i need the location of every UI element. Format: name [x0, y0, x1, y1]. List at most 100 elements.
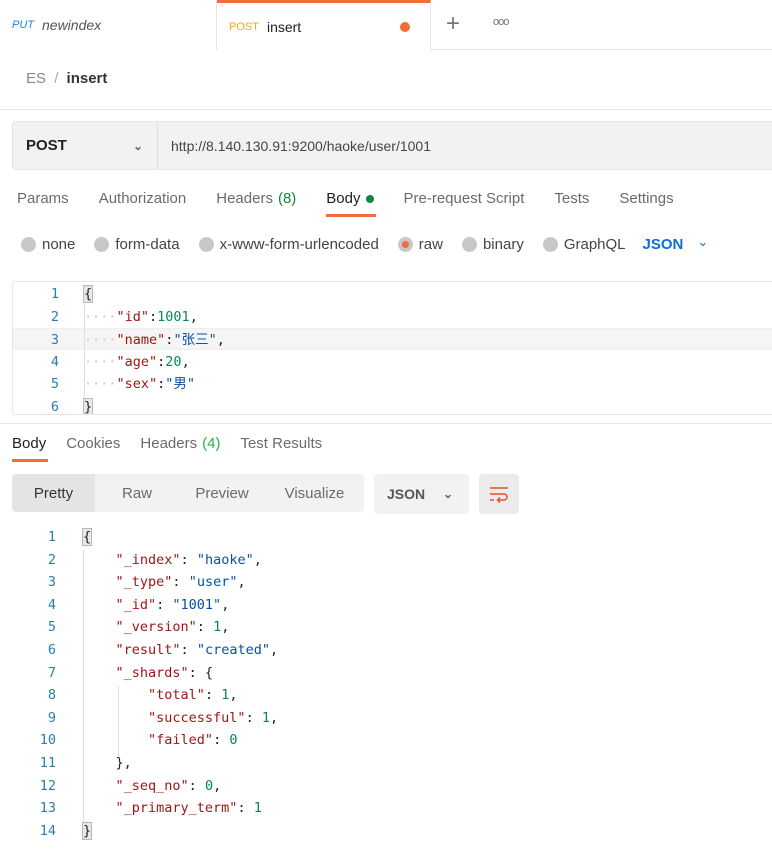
- tab-label: Params: [17, 190, 69, 207]
- code-token: "total": [148, 687, 205, 704]
- code-line: 11 },: [0, 752, 772, 774]
- tab-bar: PUT newindex POST insert + ooo: [0, 0, 772, 51]
- code-text: "_type": "user",: [83, 571, 246, 593]
- code-line: 10 "failed": 0: [0, 729, 772, 751]
- line-number: 4: [47, 596, 56, 613]
- code-token: "user": [188, 574, 238, 591]
- tab-settings[interactable]: Settings: [619, 190, 673, 217]
- radio-circle-icon: [198, 237, 214, 252]
- radio-circle-icon: [397, 237, 413, 252]
- tab-tests[interactable]: Tests: [554, 190, 589, 217]
- tab-label: Cookies: [66, 435, 121, 452]
- code-token: 1001: [157, 308, 190, 325]
- active-dot-icon: [365, 195, 374, 204]
- format-label: JSON: [387, 486, 426, 502]
- view-visualize[interactable]: Visualize: [265, 474, 364, 512]
- code-text: {: [82, 283, 94, 305]
- code-text: "_index": "haoke",: [83, 549, 262, 571]
- code-text: "_seq_no": 0,: [83, 775, 222, 797]
- code-token: 1: [253, 800, 262, 817]
- code-token: 0: [204, 777, 214, 794]
- response-tab-body[interactable]: Body: [12, 435, 49, 462]
- method-select[interactable]: POST ⌄: [13, 122, 158, 169]
- code-line: 4 "_id": "1001",: [0, 594, 772, 616]
- code-token: ····: [84, 332, 117, 348]
- code-line: 3 "_type": "user",: [0, 571, 772, 593]
- code-token: 1: [213, 619, 222, 636]
- tab-insert[interactable]: POST insert: [217, 0, 431, 51]
- code-line: 3 ····"name":"张三",: [13, 328, 772, 350]
- breadcrumb-collection[interactable]: ES: [26, 70, 46, 87]
- line-number: 2: [50, 308, 59, 325]
- code-token: ,: [221, 619, 230, 636]
- code-text: "_id": "1001",: [83, 594, 230, 616]
- body-format-select[interactable]: JSON: [643, 236, 684, 253]
- radio-label: raw: [418, 236, 443, 253]
- code-text: ····"age":20,: [84, 351, 190, 373]
- line-number: 4: [50, 353, 59, 370]
- chevron-down-icon: ⌄: [132, 138, 143, 153]
- wrap-lines-button[interactable]: [479, 474, 519, 514]
- radio-label: none: [42, 236, 76, 253]
- line-number: 8: [47, 687, 56, 704]
- code-token: "id": [116, 308, 150, 325]
- tab-label: Pre-request Script: [403, 190, 525, 207]
- radio-binary[interactable]: binary: [461, 236, 524, 253]
- code-text: "_shards": {: [83, 662, 214, 684]
- tab-authorization[interactable]: Authorization: [99, 190, 187, 217]
- line-number: 14: [39, 822, 56, 839]
- radio-none[interactable]: none: [21, 236, 75, 253]
- line-number: 7: [47, 664, 56, 681]
- code-line: 2 ····"id":1001,: [13, 306, 772, 328]
- code-line: 4 ····"age":20,: [13, 351, 772, 373]
- code-token: ,: [221, 596, 230, 613]
- response-tab-cookies[interactable]: Cookies: [66, 435, 120, 462]
- code-token: 0: [229, 732, 238, 749]
- code-token: "1001": [172, 596, 222, 613]
- url-input[interactable]: http://8.140.130.91:9200/haoke/user/1001: [158, 138, 431, 154]
- view-raw[interactable]: Raw: [95, 474, 179, 512]
- new-tab-plus-icon[interactable]: +: [446, 10, 460, 38]
- code-token: :: [237, 800, 254, 817]
- line-number: 10: [39, 732, 56, 749]
- line-number: 13: [39, 800, 56, 817]
- tab-newindex[interactable]: PUT newindex: [0, 0, 217, 50]
- code-token: ,: [216, 332, 225, 348]
- code-token: "男": [165, 376, 196, 392]
- response-format-select[interactable]: JSON ⌄: [374, 474, 469, 514]
- line-number: 6: [50, 398, 59, 415]
- tab-pre-request-script[interactable]: Pre-request Script: [404, 190, 525, 217]
- radio-GraphQL[interactable]: GraphQL: [542, 236, 626, 253]
- response-tab-test-results[interactable]: Test Results: [240, 435, 322, 462]
- code-text: {: [81, 526, 93, 548]
- code-token: "name": [116, 332, 166, 348]
- view-preview[interactable]: Preview: [179, 474, 265, 512]
- view-pretty[interactable]: Pretty: [12, 474, 95, 512]
- code-token: "_id": [115, 596, 157, 613]
- code-token: },: [83, 755, 132, 771]
- tab-label: Authorization: [98, 190, 187, 207]
- tab-label: Test Results: [240, 435, 323, 452]
- code-token: ,: [269, 709, 279, 726]
- code-line: 2 "_index": "haoke",: [0, 549, 772, 571]
- request-body-editor[interactable]: 1{2 ····"id":1001, 3 ····"name":"张三", 4 ····"…: [12, 281, 772, 415]
- code-text: "successful": 1,: [83, 707, 278, 729]
- brace: }: [81, 821, 93, 840]
- radio-x-www-form-urlencoded[interactable]: x-www-form-urlencoded: [198, 236, 379, 253]
- tab-headers[interactable]: Headers (8): [216, 190, 296, 217]
- code-line: 6}: [13, 396, 772, 415]
- tab-body[interactable]: Body: [326, 190, 376, 217]
- radio-form-data[interactable]: form-data: [94, 236, 180, 253]
- response-tab-headers[interactable]: Headers (4): [140, 435, 220, 462]
- more-tabs-icon[interactable]: ooo: [493, 16, 509, 28]
- code-token: ,: [189, 308, 198, 325]
- code-line: 9 "successful": 1,: [0, 707, 772, 729]
- radio-raw[interactable]: raw: [397, 236, 443, 253]
- brace: {: [81, 528, 93, 546]
- tab-params[interactable]: Params: [17, 190, 69, 217]
- code-token: "sex": [116, 376, 158, 392]
- radio-circle-icon: [542, 237, 558, 252]
- line-number: 5: [47, 619, 56, 636]
